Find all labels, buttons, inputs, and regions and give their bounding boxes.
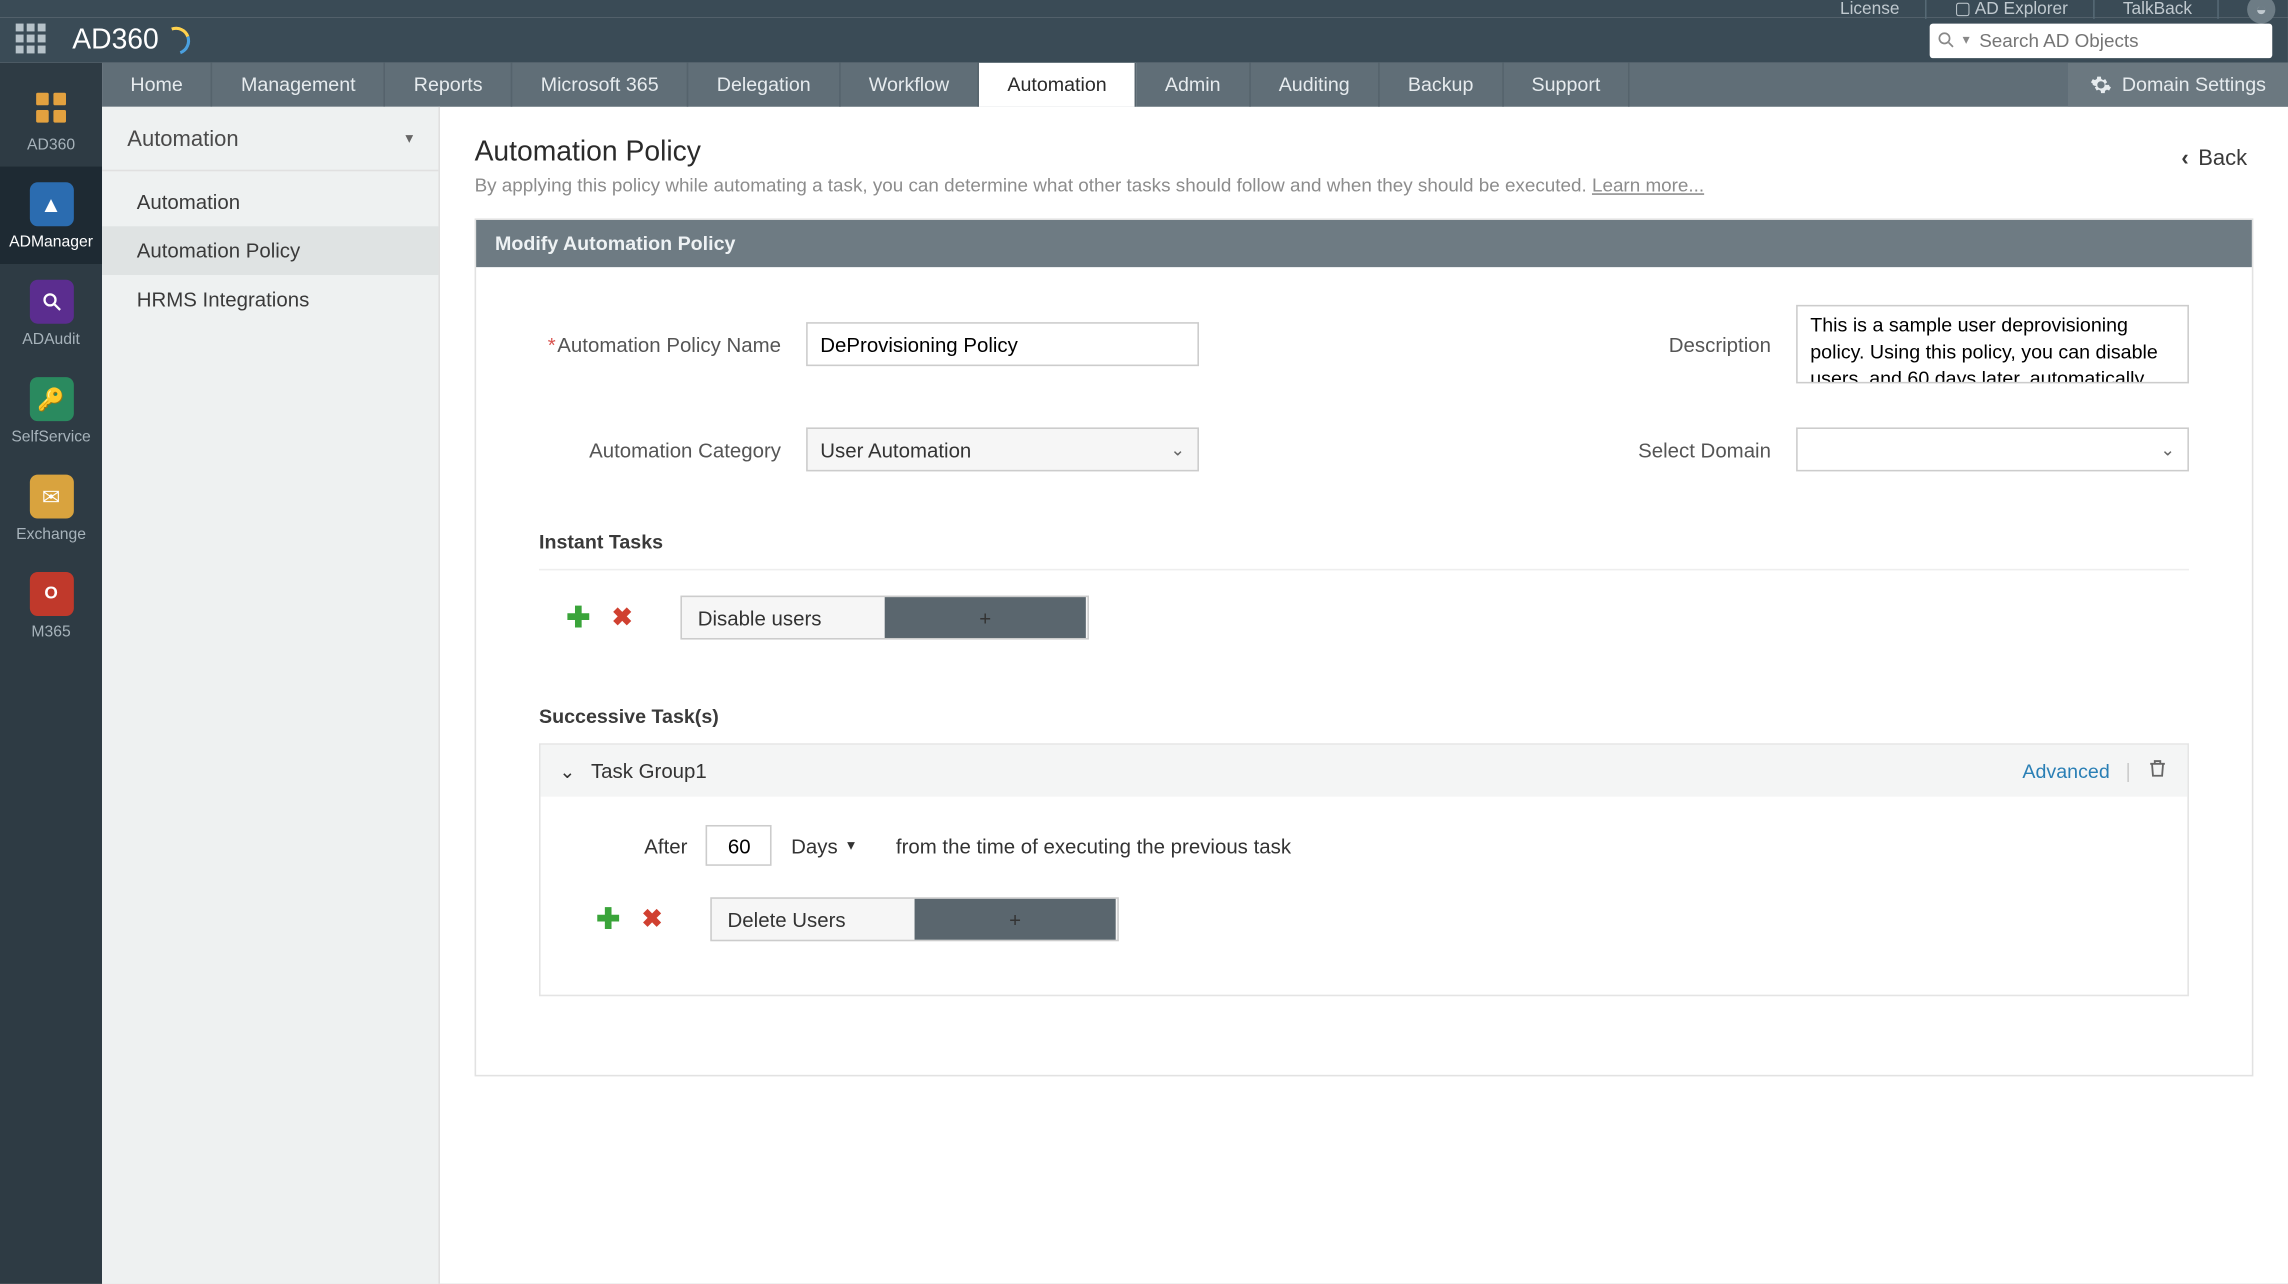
search-input[interactable] — [1979, 29, 2266, 51]
back-button[interactable]: ‹ Back — [2175, 135, 2253, 179]
instant-task-row: ✚ ✖ Disable users + — [564, 596, 2189, 640]
remove-task-button[interactable]: ✖ — [608, 603, 636, 631]
sidebar-section-automation[interactable]: Automation ▾ — [102, 107, 438, 171]
nav-tab-support[interactable]: Support — [1503, 63, 1630, 107]
label-domain: Select Domain — [1592, 438, 1796, 462]
rail-ad360[interactable]: AD360 — [0, 69, 102, 166]
rail-exchange[interactable]: ✉ Exchange — [0, 459, 102, 556]
search-scope-caret-icon[interactable]: ▾ — [1963, 31, 1970, 48]
admanager-icon: ▲ — [29, 182, 73, 226]
task-add-icon[interactable]: + — [915, 899, 1116, 940]
m365-icon: O — [29, 572, 73, 616]
sidebar-item-hrms-integrations[interactable]: HRMS Integrations — [102, 275, 438, 324]
caret-down-icon: ▾ — [405, 130, 413, 147]
nav-tab-reports[interactable]: Reports — [385, 63, 512, 107]
search-icon — [1936, 30, 1956, 50]
nav-tab-automation[interactable]: Automation — [979, 63, 1137, 107]
successive-task-select[interactable]: Delete Users + — [710, 897, 1119, 941]
task-add-icon[interactable]: + — [885, 597, 1086, 638]
advanced-link[interactable]: Advanced — [2022, 760, 2109, 782]
gear-icon — [2090, 74, 2112, 96]
timing-row: After Days ▾ from the time of executing … — [644, 825, 2146, 866]
ad360-icon — [29, 85, 73, 129]
header-bar: AD360 ▾ — [0, 17, 2288, 63]
page-title: Automation Policy — [475, 135, 2138, 168]
primary-nav: Home Management Reports Microsoft 365 De… — [102, 63, 2288, 107]
page-subtitle: By applying this policy while automating… — [475, 174, 2138, 196]
chevron-down-icon: ⌄ — [2160, 439, 2174, 459]
category-select[interactable]: User Automation ⌄ — [806, 427, 1199, 471]
nav-tab-delegation[interactable]: Delegation — [688, 63, 840, 107]
instant-tasks-label: Instant Tasks — [539, 531, 2189, 553]
apps-grid-icon[interactable] — [16, 23, 51, 58]
add-successive-task-button[interactable]: ✚ — [594, 905, 622, 933]
instant-task-select[interactable]: Disable users + — [680, 596, 1089, 640]
learn-more-link[interactable]: Learn more... — [1592, 174, 1704, 196]
sidebar-item-automation[interactable]: Automation — [102, 178, 438, 227]
nav-tab-auditing[interactable]: Auditing — [1250, 63, 1379, 107]
after-value-input[interactable] — [706, 825, 772, 866]
label-policy-name: *Automation Policy Name — [539, 332, 806, 356]
nav-tab-home[interactable]: Home — [102, 63, 213, 107]
ad-explorer-link[interactable]: ▢ AD Explorer — [1955, 0, 2095, 19]
rail-m365[interactable]: O M365 — [0, 556, 102, 653]
successive-tasks-label: Successive Task(s) — [539, 706, 2189, 728]
talkback-link[interactable]: TalkBack — [2123, 0, 2219, 18]
nav-tab-m365[interactable]: Microsoft 365 — [512, 63, 688, 107]
domain-select[interactable]: ⌄ — [1796, 427, 2189, 471]
nav-tab-management[interactable]: Management — [213, 63, 386, 107]
nav-tab-workflow[interactable]: Workflow — [841, 63, 980, 107]
add-task-button[interactable]: ✚ — [564, 603, 592, 631]
successive-task-row: ✚ ✖ Delete Users + — [594, 897, 2147, 941]
license-link[interactable]: License — [1840, 0, 1926, 18]
user-avatar-icon[interactable]: ◒ — [2247, 0, 2275, 23]
exchange-icon: ✉ — [29, 475, 73, 519]
utility-bar: License ▢ AD Explorer TalkBack ◒ — [0, 0, 2288, 17]
panel-header: Modify Automation Policy — [476, 220, 2252, 267]
time-unit-select[interactable]: Days ▾ — [791, 834, 855, 858]
task-group-name: Task Group1 — [591, 759, 707, 783]
sidebar: Automation ▾ Automation Automation Polic… — [102, 107, 440, 1284]
sidebar-item-automation-policy[interactable]: Automation Policy — [102, 226, 438, 275]
adaudit-icon — [29, 280, 73, 324]
product-rail: AD360 ▲ ADManager ADAudit 🔑 SelfService … — [0, 63, 102, 1284]
product-logo: AD360 — [72, 24, 190, 57]
policy-name-input[interactable] — [806, 322, 1199, 366]
nav-tab-backup[interactable]: Backup — [1380, 63, 1504, 107]
main-content: Automation Policy By applying this polic… — [440, 107, 2288, 1284]
rail-selfservice[interactable]: 🔑 SelfService — [0, 361, 102, 458]
caret-down-icon: ▾ — [847, 837, 855, 854]
delete-group-button[interactable] — [2147, 757, 2169, 784]
rail-admanager[interactable]: ▲ ADManager — [0, 167, 102, 264]
global-search[interactable]: ▾ — [1930, 23, 2273, 58]
chevron-down-icon: ⌄ — [1170, 439, 1184, 459]
description-textarea[interactable]: This is a sample user deprovisioning pol… — [1796, 305, 2189, 384]
chevron-left-icon: ‹ — [2181, 145, 2188, 170]
selfservice-icon: 🔑 — [29, 377, 73, 421]
task-group-block: ⌄ Task Group1 Advanced | After — [539, 743, 2189, 996]
modify-policy-panel: Modify Automation Policy *Automation Pol… — [475, 218, 2254, 1076]
collapse-group-icon[interactable]: ⌄ — [559, 760, 575, 782]
label-description: Description — [1592, 332, 1796, 356]
nav-tab-admin[interactable]: Admin — [1137, 63, 1251, 107]
label-category: Automation Category — [539, 438, 806, 462]
rail-adaudit[interactable]: ADAudit — [0, 264, 102, 361]
domain-settings-button[interactable]: Domain Settings — [2068, 63, 2288, 107]
remove-successive-task-button[interactable]: ✖ — [638, 905, 666, 933]
